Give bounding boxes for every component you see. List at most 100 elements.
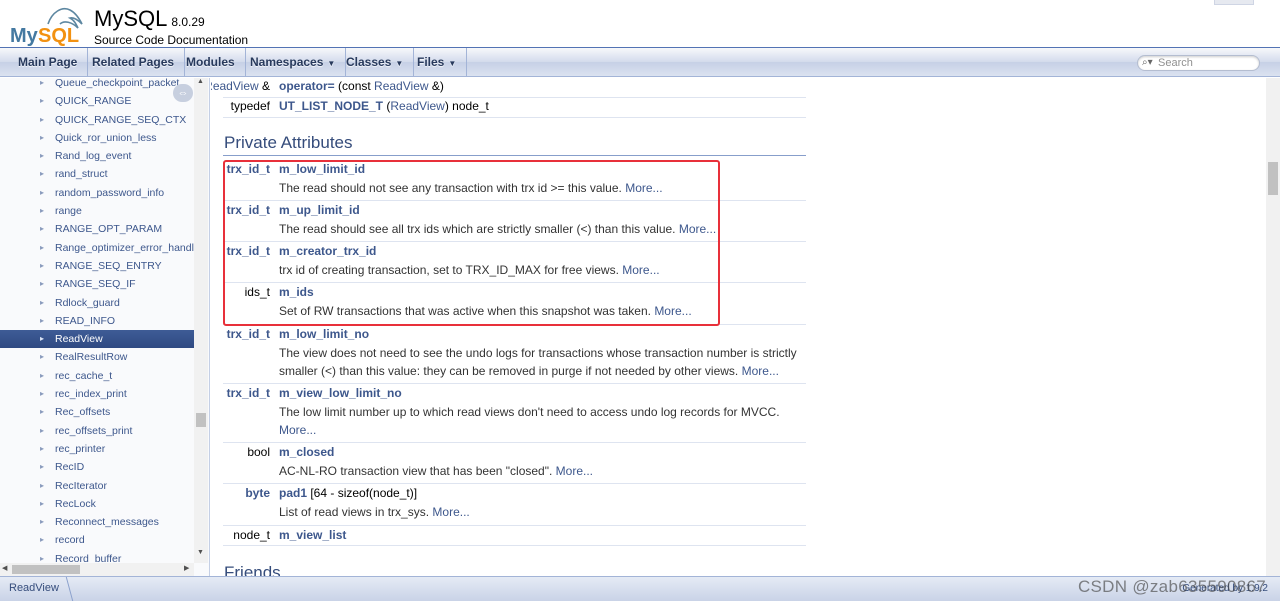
sidebar-item[interactable]: ▸ RecIterator <box>0 477 194 495</box>
side-vertical-scrollbar[interactable]: ▲ ▼ <box>194 78 208 563</box>
tree-arrow-icon: ▸ <box>40 169 45 179</box>
description-text: The view does not need to see the undo l… <box>279 346 797 378</box>
section-title-private-attributes: Private Attributes <box>224 133 353 152</box>
sidebar-item[interactable]: ▸ rec_printer <box>0 440 194 458</box>
sidebar-item[interactable]: ▸ RealResultRow <box>0 348 194 366</box>
sidebar-item[interactable]: ▸ QUICK_RANGE <box>0 92 194 110</box>
sidebar-item-label: rec_printer <box>55 442 106 455</box>
footer-nav-path: ReadView Generated by 1.9.2 CSDN @zab635… <box>0 576 1280 601</box>
tree-arrow-icon: ▸ <box>40 407 45 417</box>
sidebar-item-label: QUICK_RANGE_SEQ_CTX <box>55 113 187 126</box>
more-link[interactable]: More... <box>556 464 593 478</box>
attribute-row: trx_id_t m_view_low_limit_no The low limit… <box>223 384 806 443</box>
member-link[interactable]: m_closed <box>279 445 334 459</box>
section-title-friends: Friends <box>224 563 281 576</box>
type-link[interactable]: byte <box>245 486 270 500</box>
side-horizontal-scrollbar[interactable]: ◀ ▶ <box>0 563 194 576</box>
member-link[interactable]: m_low_limit_no <box>279 327 369 341</box>
tab-main-page[interactable]: Main Page <box>8 48 89 76</box>
sidebar-item[interactable]: ▸ QUICK_RANGE_SEQ_CTX <box>0 111 194 129</box>
sidebar-item[interactable]: ▸ RANGE_SEQ_IF <box>0 275 194 293</box>
sidebar-item-label: Range_optimizer_error_handler <box>55 241 194 254</box>
member-link[interactable]: m_view_low_limit_no <box>279 386 402 400</box>
sidebar-item[interactable]: ▸ RANGE_OPT_PARAM <box>0 220 194 238</box>
main-vertical-scrollbar[interactable] <box>1266 78 1280 576</box>
type-link[interactable]: ReadView <box>211 79 259 93</box>
member-row: typedef UT_LIST_NODE_T (ReadView) node_t <box>223 98 806 118</box>
tab-namespaces[interactable]: Namespaces ▼ <box>240 48 347 76</box>
scroll-left-icon[interactable]: ◀ <box>2 564 7 572</box>
class-tree-list: ▸ Queue_checkpoint_packet ▸ QUICK_RANGE ▸ QUI… <box>0 74 194 568</box>
sidebar-item[interactable]: ▸ Queue_checkpoint_packet <box>0 74 194 92</box>
sidebar-item[interactable]: ▸ Rdlock_guard <box>0 294 194 312</box>
more-link[interactable]: More... <box>432 505 469 519</box>
tree-arrow-icon: ▸ <box>40 443 45 453</box>
sidebar-item[interactable]: ▸ rec_offsets_print <box>0 422 194 440</box>
sidebar-item-label: RANGE_OPT_PARAM <box>55 223 163 236</box>
project-name: MySQL 8.0.29 <box>94 6 205 31</box>
sidebar-item-label: Queue_checkpoint_packet <box>55 77 180 89</box>
scrollbar-thumb[interactable] <box>196 413 206 427</box>
sidebar-item[interactable]: ▸ rand_struct <box>0 165 194 183</box>
type-link[interactable]: ReadView <box>374 79 428 93</box>
sidebar-item[interactable]: ▸ rec_cache_t <box>0 367 194 385</box>
sidebar-item-label: rec_index_print <box>55 388 127 401</box>
sidebar-item[interactable]: ▸ Rand_log_event <box>0 147 194 165</box>
mysql-logo: My SQL <box>10 8 83 46</box>
sidebar-item[interactable]: ▸ rec_index_print <box>0 385 194 403</box>
member-link[interactable]: operator= <box>279 79 335 93</box>
type-link[interactable]: trx_id_t <box>227 327 270 341</box>
member-description: The low limit number up to which read vi… <box>279 403 799 439</box>
tab-related-pages[interactable]: Related Pages <box>82 48 186 76</box>
attribute-row: bool m_closed AC-NL-RO transaction view th… <box>223 443 806 484</box>
scroll-down-icon[interactable]: ▼ <box>197 549 204 556</box>
type-link[interactable]: ReadView <box>390 99 444 113</box>
scroll-up-icon[interactable]: ▲ <box>197 78 204 85</box>
tree-arrow-icon: ▸ <box>40 151 45 161</box>
side-nav-tree: ▸ Queue_checkpoint_packet ▸ QUICK_RANGE ▸ QUI… <box>0 77 210 576</box>
sidebar-item[interactable]: ▸ RecID <box>0 458 194 476</box>
tab-files[interactable]: Files ▼ <box>407 48 468 76</box>
sidebar-item[interactable]: ▸ Range_optimizer_error_handler <box>0 239 194 257</box>
sidebar-item[interactable]: ▸ RANGE_SEQ_ENTRY <box>0 257 194 275</box>
tab-classes[interactable]: Classes ▼ <box>336 48 415 76</box>
project-brief: Source Code Documentation <box>94 33 249 47</box>
sidebar-item-label: Quick_ror_union_less <box>55 131 157 144</box>
project-number: 8.0.29 <box>171 15 205 29</box>
more-link[interactable]: More... <box>742 364 779 378</box>
chevron-down-icon: ▼ <box>395 59 404 68</box>
sidebar-item[interactable]: ▸ READ_INFO <box>0 312 194 330</box>
sidebar-item[interactable]: ▸ RecLock <box>0 495 194 513</box>
sidebar-item[interactable]: ▸ record <box>0 531 194 549</box>
member-link[interactable]: m_view_list <box>279 528 346 542</box>
attribute-row: trx_id_t m_low_limit_no The view does not … <box>223 325 806 384</box>
sidebar-item[interactable]: ▸ range <box>0 202 194 220</box>
tree-arrow-icon: ▸ <box>40 96 45 106</box>
scrollbar-thumb[interactable] <box>12 565 80 574</box>
search-icon: ⌕▾ <box>1142 57 1153 68</box>
sidebar-item[interactable]: ▸ random_password_info <box>0 184 194 202</box>
top-right-button[interactable] <box>1214 0 1254 5</box>
breadcrumb[interactable]: ReadView <box>9 582 59 594</box>
sidebar-item-label: record <box>55 534 85 547</box>
tree-arrow-icon: ▸ <box>40 224 45 234</box>
sidebar-item[interactable]: ▸ ReadView <box>0 330 194 349</box>
sidebar-item-label: RecID <box>55 461 85 474</box>
tree-arrow-icon: ▸ <box>40 242 45 252</box>
member-link[interactable]: pad1 <box>279 486 307 500</box>
scrollbar-thumb[interactable] <box>1268 162 1278 195</box>
sidebar-item-label: Rec_offsets <box>55 406 111 419</box>
sidebar-item[interactable]: ▸ Rec_offsets <box>0 403 194 421</box>
member-link[interactable]: UT_LIST_NODE_T <box>279 99 383 113</box>
tree-arrow-icon: ▸ <box>40 352 45 362</box>
sidebar-item[interactable]: ▸ Quick_ror_union_less <box>0 129 194 147</box>
sync-arrows-icon[interactable]: ⇔ <box>173 84 193 102</box>
sidebar-item[interactable]: ▸ Reconnect_messages <box>0 513 194 531</box>
tab-modules[interactable]: Modules <box>176 48 246 76</box>
sidebar-item-label: rand_struct <box>55 168 108 181</box>
scroll-right-icon[interactable]: ▶ <box>184 564 189 572</box>
more-link[interactable]: More... <box>279 423 316 437</box>
search-input[interactable]: ⌕▾ Search <box>1137 55 1260 71</box>
tree-arrow-icon: ▸ <box>40 206 45 216</box>
type-link[interactable]: trx_id_t <box>227 386 270 400</box>
